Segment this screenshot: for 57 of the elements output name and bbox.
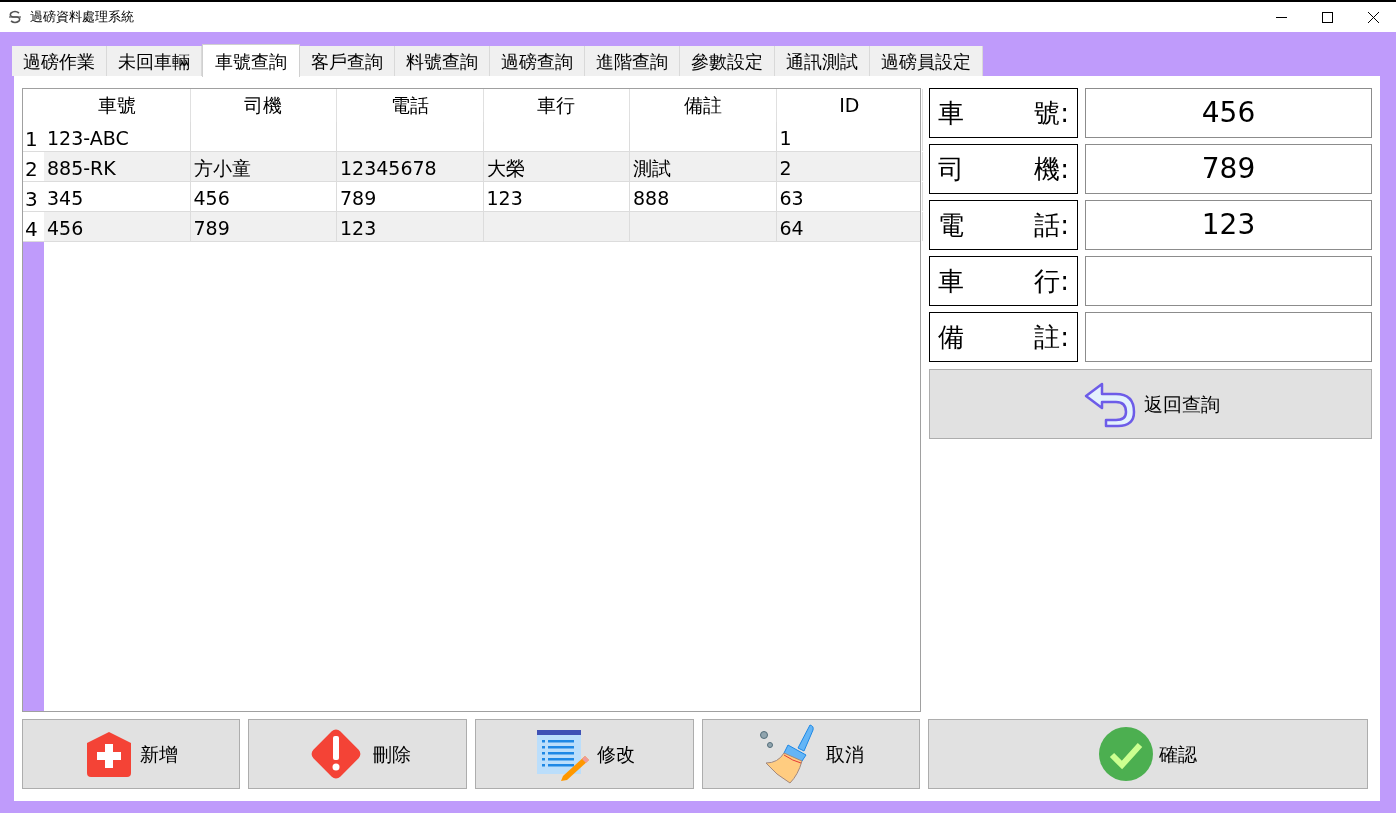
label-text: 話: bbox=[1034, 208, 1069, 242]
table-cell: 123-ABC bbox=[44, 122, 191, 151]
table-cell: 789 bbox=[190, 212, 337, 241]
action-button[interactable]: 修改 bbox=[475, 719, 694, 789]
table-cell: 888 bbox=[630, 182, 777, 211]
app-logo-icon bbox=[8, 10, 22, 24]
row-number: 4 bbox=[23, 212, 44, 241]
tab[interactable]: 未回車輛 bbox=[107, 46, 202, 76]
label-text: 號: bbox=[1034, 96, 1069, 130]
table-cell: 大榮 bbox=[483, 152, 630, 181]
check-circle-icon bbox=[1099, 727, 1153, 781]
plus-icon bbox=[84, 729, 134, 779]
label-text: 行: bbox=[1034, 264, 1069, 298]
label-text: 註: bbox=[1034, 320, 1069, 354]
table-cell: 64 bbox=[776, 212, 923, 241]
action-button[interactable]: 新增 bbox=[22, 719, 240, 789]
tab[interactable]: 過磅員設定 bbox=[870, 46, 983, 76]
maximize-icon bbox=[1321, 11, 1333, 23]
input-field[interactable] bbox=[1085, 312, 1372, 362]
tab[interactable]: 客戶查詢 bbox=[300, 46, 395, 76]
back-to-search-button[interactable]: 返回查詢 bbox=[929, 369, 1372, 439]
close-icon bbox=[1367, 11, 1379, 23]
action-button[interactable]: 刪除 bbox=[248, 719, 467, 789]
table-cell: 789 bbox=[337, 182, 484, 211]
label-text: 機: bbox=[1034, 152, 1069, 186]
input-field[interactable]: 789 bbox=[1085, 144, 1372, 194]
action-button[interactable]: 取消 bbox=[702, 719, 920, 789]
table-cell: 63 bbox=[776, 182, 923, 211]
input-field[interactable] bbox=[1085, 256, 1372, 306]
tab[interactable]: 車號查詢 bbox=[202, 44, 300, 77]
tab[interactable]: 過磅查詢 bbox=[490, 46, 585, 76]
window-title: 過磅資料處理系統 bbox=[30, 8, 134, 27]
table-cell: 方小童 bbox=[190, 152, 337, 181]
label-text: 電 bbox=[938, 208, 964, 242]
table-cell: 456 bbox=[190, 182, 337, 211]
table-cell: 123 bbox=[337, 212, 484, 241]
tab[interactable]: 進階查詢 bbox=[585, 46, 680, 76]
table-cell: 2 bbox=[776, 152, 923, 181]
tab[interactable]: 通訊測試 bbox=[775, 46, 870, 76]
tab[interactable]: 過磅作業 bbox=[12, 46, 107, 76]
label-text: 司 bbox=[938, 152, 964, 186]
table-cell: 885-RK bbox=[44, 152, 191, 181]
label-text: 備 bbox=[938, 320, 964, 354]
table-cell: 456 bbox=[44, 212, 191, 241]
table-cell: 測試 bbox=[630, 152, 777, 181]
row-number: 2 bbox=[23, 152, 44, 181]
label-text: 車 bbox=[938, 96, 964, 130]
tab[interactable]: 料號查詢 bbox=[395, 46, 490, 76]
confirm-button[interactable]: 確認 bbox=[928, 719, 1368, 789]
table-cell: 345 bbox=[44, 182, 191, 211]
label-text: 車 bbox=[938, 264, 964, 298]
table-cell: 1 bbox=[776, 122, 923, 151]
tab[interactable]: 參數設定 bbox=[680, 46, 775, 76]
table-cell: 12345678 bbox=[337, 152, 484, 181]
table-cell: 123 bbox=[483, 182, 630, 211]
input-field[interactable]: 456 bbox=[1085, 88, 1372, 138]
input-field[interactable]: 123 bbox=[1085, 200, 1372, 250]
